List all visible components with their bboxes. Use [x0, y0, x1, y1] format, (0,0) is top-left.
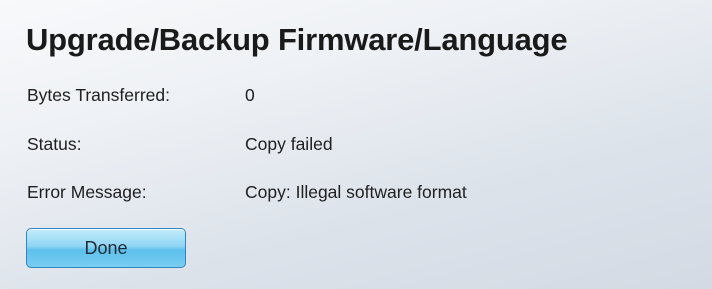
- status-value: Copy failed: [245, 134, 333, 154]
- page-title: Upgrade/Backup Firmware/Language: [26, 22, 568, 57]
- status-label: Status:: [27, 134, 82, 154]
- done-button[interactable]: Done: [26, 228, 186, 268]
- bytes-transferred-label: Bytes Transferred:: [27, 85, 170, 105]
- error-message-value: Copy: Illegal software format: [245, 182, 467, 202]
- firmware-status-panel: Upgrade/Backup Firmware/Language Bytes T…: [0, 0, 712, 289]
- bytes-transferred-value: 0: [245, 85, 255, 105]
- error-message-label: Error Message:: [27, 182, 147, 202]
